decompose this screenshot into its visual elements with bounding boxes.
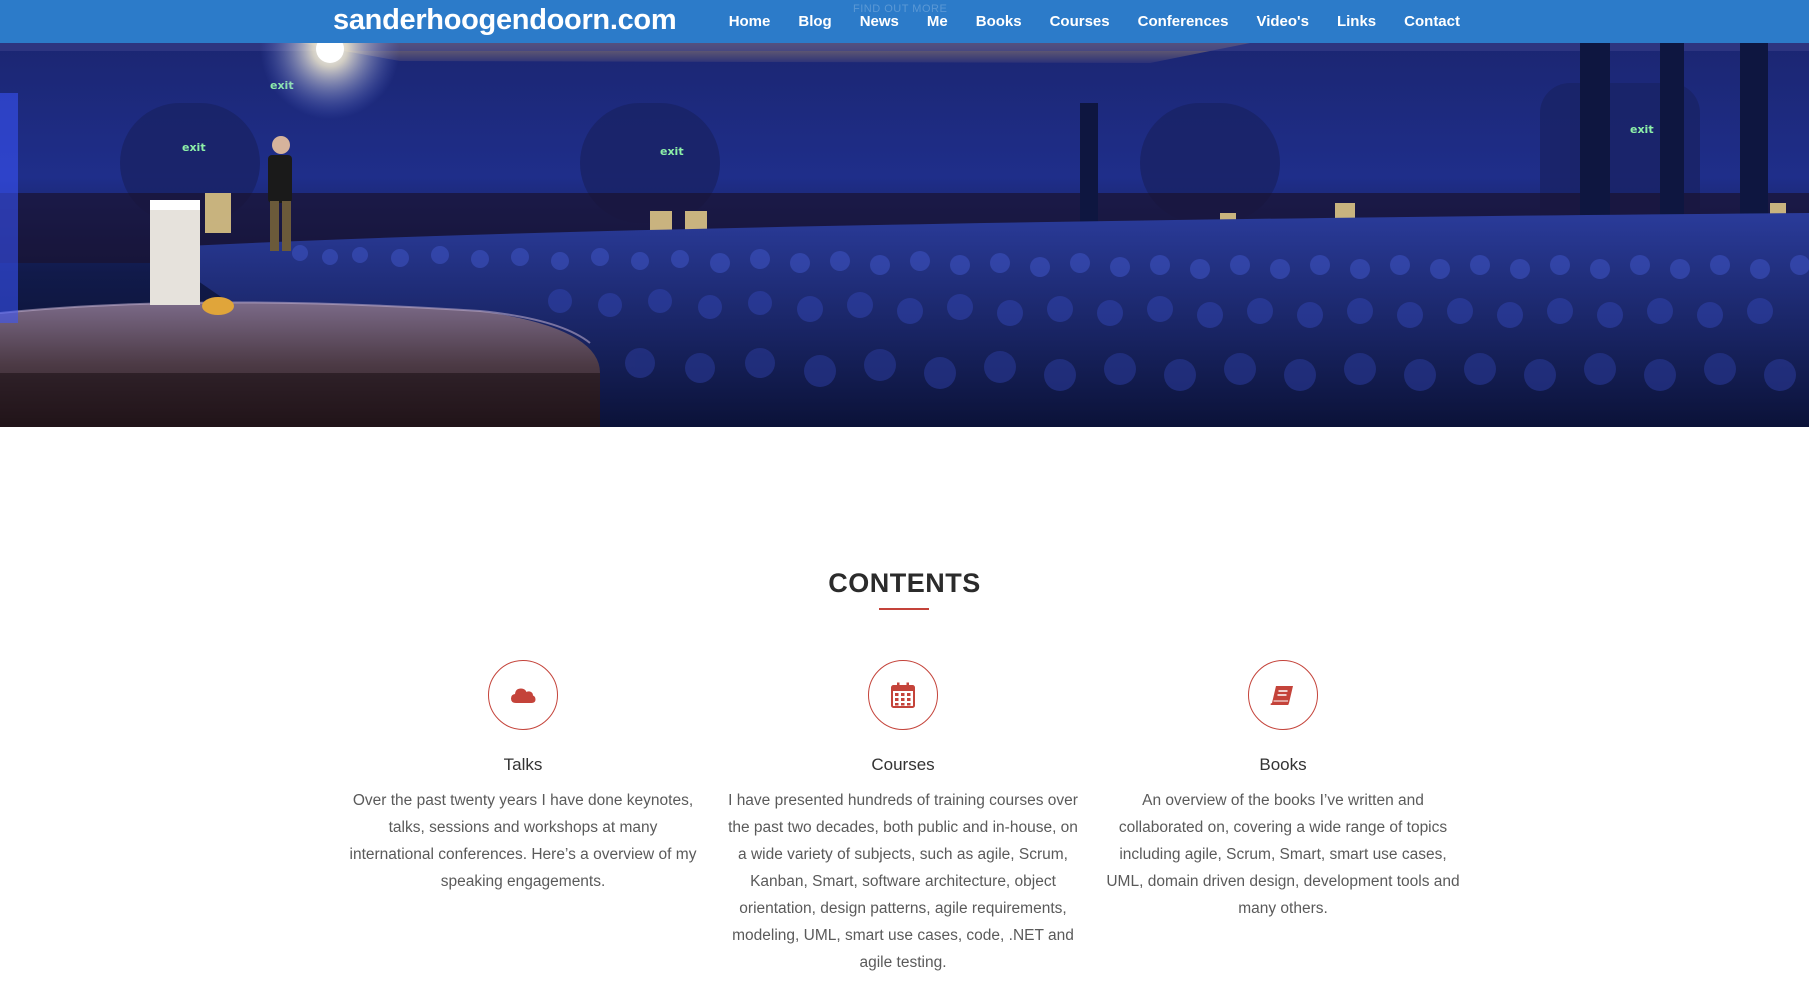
contents-title: CONTENTS xyxy=(828,568,981,598)
nav-contact[interactable]: Contact xyxy=(1404,13,1460,30)
feature-talks: Talks Over the past twenty years I have … xyxy=(343,660,703,895)
feature-description: I have presented hundreds of training co… xyxy=(728,792,1078,971)
feature-heading[interactable]: Books xyxy=(1103,754,1463,776)
nav-courses[interactable]: Courses xyxy=(1050,13,1110,30)
exit-sign: exit xyxy=(1630,123,1654,136)
nav-home[interactable]: Home xyxy=(729,13,771,30)
calendar-icon xyxy=(891,682,915,708)
exit-sign: exit xyxy=(182,141,206,154)
feature-books: Books An overview of the books I’ve writ… xyxy=(1103,660,1463,922)
nav-blog[interactable]: Blog xyxy=(798,13,831,30)
nav-links[interactable]: Links xyxy=(1337,13,1376,30)
nav-videos[interactable]: Video's xyxy=(1256,13,1308,30)
nav-news[interactable]: News xyxy=(860,13,899,30)
nav-conferences[interactable]: Conferences xyxy=(1138,13,1229,30)
courses-icon-circle[interactable] xyxy=(868,660,938,730)
top-navbar: sanderhoogendoorn.com FIND OUT MORE Home… xyxy=(0,0,1809,43)
hero-banner: exit exit exit exit xyxy=(0,43,1809,427)
cloud-icon xyxy=(511,688,536,703)
book-icon xyxy=(1270,686,1293,705)
conference-hall-image: exit exit exit exit xyxy=(0,43,1809,427)
feature-heading[interactable]: Courses xyxy=(723,754,1083,776)
feature-heading[interactable]: Talks xyxy=(343,754,703,776)
site-brand-link[interactable]: sanderhoogendoorn.com xyxy=(333,4,677,37)
feature-description: Over the past twenty years I have done k… xyxy=(349,792,697,890)
nav-me[interactable]: Me xyxy=(927,13,948,30)
talks-icon-circle[interactable] xyxy=(488,660,558,730)
nav-books[interactable]: Books xyxy=(976,13,1022,30)
title-divider xyxy=(879,608,929,610)
exit-sign: exit xyxy=(660,145,684,158)
feature-courses: Courses I have presented hundreds of tra… xyxy=(723,660,1083,976)
feature-description: An overview of the books I’ve written an… xyxy=(1106,792,1460,917)
books-icon-circle[interactable] xyxy=(1248,660,1318,730)
main-nav: Home Blog News Me Books Courses Conferen… xyxy=(729,0,1460,43)
